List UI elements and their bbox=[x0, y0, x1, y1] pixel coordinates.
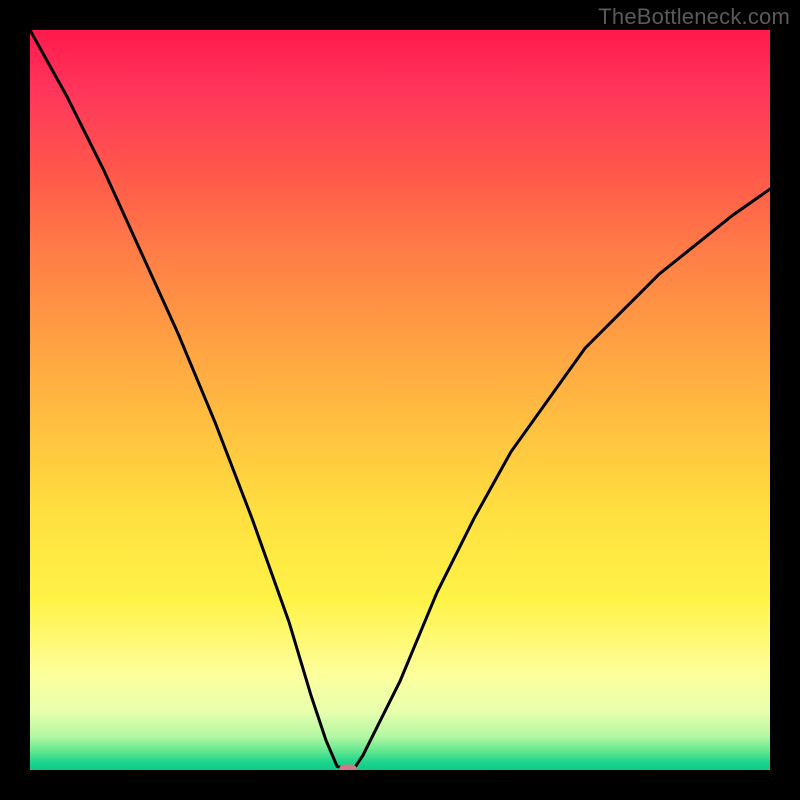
plot-area bbox=[30, 30, 770, 770]
curve-svg bbox=[30, 30, 770, 770]
watermark-text: TheBottleneck.com bbox=[598, 4, 790, 30]
bottleneck-curve bbox=[30, 30, 770, 770]
minimum-marker bbox=[339, 765, 357, 771]
chart-frame: TheBottleneck.com bbox=[0, 0, 800, 800]
